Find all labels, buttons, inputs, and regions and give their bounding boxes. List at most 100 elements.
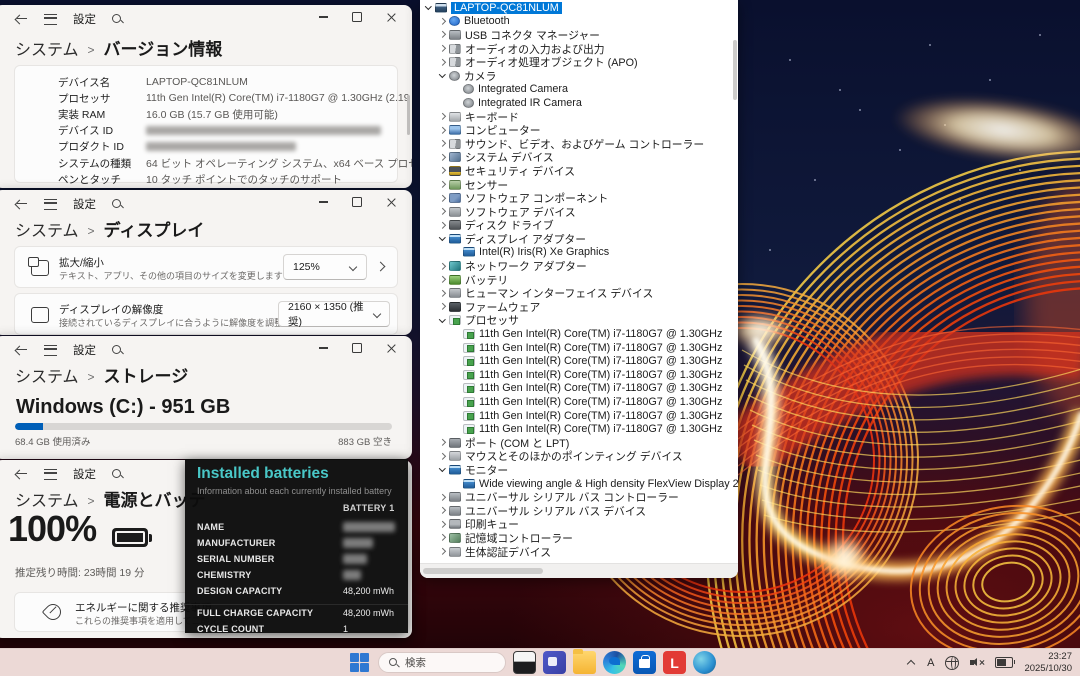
edge-browser-icon[interactable] xyxy=(603,651,626,674)
menu-icon[interactable] xyxy=(44,199,57,210)
chevron-right-icon[interactable] xyxy=(437,111,448,122)
start-button[interactable] xyxy=(348,651,371,674)
chevron-right-icon[interactable] xyxy=(437,505,448,516)
search-icon[interactable] xyxy=(112,469,123,480)
close-button[interactable] xyxy=(374,190,408,214)
taskbar-search[interactable]: 検索 xyxy=(378,652,506,673)
back-icon[interactable] xyxy=(16,13,28,25)
device-tree-item[interactable]: 11th Gen Intel(R) Core(TM) i7-1180G7 @ 1… xyxy=(420,422,738,436)
chevron-right-icon[interactable] xyxy=(437,301,448,312)
chevron-right-icon[interactable] xyxy=(437,437,448,448)
chevron-right-icon[interactable] xyxy=(437,532,448,543)
chevron-right-icon[interactable] xyxy=(437,138,448,149)
close-button[interactable] xyxy=(374,336,408,360)
chevron-right-icon[interactable] xyxy=(437,546,448,557)
camera-icon xyxy=(463,98,474,108)
chevron-right-icon[interactable] xyxy=(437,519,448,530)
device-tree-item[interactable]: 11th Gen Intel(R) Core(TM) i7-1180G7 @ 1… xyxy=(420,409,738,423)
chevron-spacer xyxy=(451,478,462,489)
back-icon[interactable] xyxy=(16,468,28,480)
teams-icon[interactable] xyxy=(543,651,566,674)
printer-icon xyxy=(449,519,461,529)
tray-battery-icon[interactable] xyxy=(995,657,1013,668)
minimize-button[interactable] xyxy=(306,336,340,360)
l-app-icon[interactable]: L xyxy=(663,651,686,674)
storage-usage-bar xyxy=(15,423,392,430)
breadcrumb: システム > ストレージ xyxy=(15,362,188,387)
chevron-right-icon[interactable] xyxy=(437,288,448,299)
chevron-right-icon[interactable] xyxy=(437,451,448,462)
volume-muted-icon[interactable] xyxy=(970,657,984,668)
chevron-right-icon[interactable] xyxy=(437,274,448,285)
chevron-right-icon[interactable] xyxy=(437,43,448,54)
chevron-down-icon[interactable] xyxy=(437,233,448,244)
chevron-right-icon[interactable] xyxy=(437,261,448,272)
scrollbar[interactable] xyxy=(407,95,410,135)
monitor-icon xyxy=(463,479,475,489)
chevron-right-icon[interactable] xyxy=(437,165,448,176)
file-explorer-icon[interactable] xyxy=(573,651,596,674)
chevron-right-icon[interactable] xyxy=(437,179,448,190)
vantage-app-icon[interactable] xyxy=(693,651,716,674)
minimize-button[interactable] xyxy=(306,5,340,29)
laptop-app-icon[interactable] xyxy=(513,651,536,674)
device-tree-item[interactable]: 11th Gen Intel(R) Core(TM) i7-1180G7 @ 1… xyxy=(420,382,738,396)
chevron-right-icon[interactable] xyxy=(437,29,448,40)
resolution-dropdown[interactable]: 2160 × 1350 (推奨) xyxy=(278,301,390,327)
tray-overflow-icon[interactable] xyxy=(907,658,916,667)
chevron-right-icon[interactable] xyxy=(437,492,448,503)
device-tree-item[interactable]: 11th Gen Intel(R) Core(TM) i7-1180G7 @ 1… xyxy=(420,368,738,382)
menu-icon[interactable] xyxy=(44,469,57,480)
maximize-button[interactable] xyxy=(340,5,374,29)
network-icon[interactable] xyxy=(945,656,959,670)
tray-time: 23:27 xyxy=(1024,651,1072,663)
device-tree-item[interactable]: ディスプレイ アダプター xyxy=(420,232,738,246)
device-tree-item[interactable]: 11th Gen Intel(R) Core(TM) i7-1180G7 @ 1… xyxy=(420,395,738,409)
device-tree-item[interactable]: Integrated Camera xyxy=(420,83,738,97)
clock[interactable]: 23:27 2025/10/30 xyxy=(1024,651,1072,675)
chevron-down-icon[interactable] xyxy=(423,2,434,13)
vertical-scrollbar[interactable] xyxy=(733,40,737,100)
menu-icon[interactable] xyxy=(44,345,57,356)
chevron-right-icon[interactable] xyxy=(437,193,448,204)
scale-setting-row[interactable]: 拡大/縮小 テキスト、アプリ、その他の項目のサイズを変更します 125% xyxy=(14,246,398,288)
minimize-button[interactable] xyxy=(306,190,340,214)
device-tree-item[interactable]: モニター xyxy=(420,463,738,477)
computer2-icon xyxy=(449,125,461,135)
search-icon[interactable] xyxy=(112,345,123,356)
chevron-right-icon[interactable] xyxy=(437,16,448,27)
search-icon[interactable] xyxy=(112,199,123,210)
chevron-right-icon[interactable] xyxy=(437,152,448,163)
chevron-right-icon[interactable] xyxy=(437,57,448,68)
scale-dropdown[interactable]: 125% xyxy=(283,254,367,280)
device-tree-item[interactable]: 11th Gen Intel(R) Core(TM) i7-1180G7 @ 1… xyxy=(420,341,738,355)
microsoft-store-icon[interactable] xyxy=(633,651,656,674)
chevron-right-icon[interactable] xyxy=(437,206,448,217)
device-label: 11th Gen Intel(R) Core(TM) i7-1180G7 @ 1… xyxy=(479,328,722,340)
chevron-right-icon[interactable] xyxy=(437,125,448,136)
search-icon[interactable] xyxy=(112,14,123,25)
chevron-right-icon[interactable] xyxy=(437,220,448,231)
device-tree-item[interactable]: 11th Gen Intel(R) Core(TM) i7-1180G7 @ 1… xyxy=(420,327,738,341)
resolution-setting-row[interactable]: ディスプレイの解像度 接続されているディスプレイに合うように解像度を調整する 2… xyxy=(14,293,398,335)
device-tree-item[interactable]: 生体認証デバイス xyxy=(420,545,738,559)
menu-icon[interactable] xyxy=(44,14,57,25)
close-button[interactable] xyxy=(374,5,408,29)
device-tree-item[interactable]: LAPTOP-QC81NLUM xyxy=(420,1,738,15)
chevron-down-icon[interactable] xyxy=(437,70,448,81)
maximize-button[interactable] xyxy=(340,336,374,360)
ime-indicator[interactable]: A xyxy=(927,657,934,669)
battery-table-row: DESIGN CAPACITY48,200 mWh xyxy=(185,583,408,599)
device-tree-item[interactable]: カメラ xyxy=(420,69,738,83)
horizontal-scrollbar[interactable] xyxy=(420,563,738,578)
chevron-down-icon[interactable] xyxy=(437,464,448,475)
device-label: 11th Gen Intel(R) Core(TM) i7-1180G7 @ 1… xyxy=(479,423,722,435)
device-tree-item[interactable]: 11th Gen Intel(R) Core(TM) i7-1180G7 @ 1… xyxy=(420,354,738,368)
back-icon[interactable] xyxy=(16,198,28,210)
back-icon[interactable] xyxy=(16,344,28,356)
chevron-right-icon[interactable] xyxy=(377,263,385,271)
maximize-button[interactable] xyxy=(340,190,374,214)
device-tree-item[interactable]: プロセッサ xyxy=(420,314,738,328)
battery-table-row: MANUFACTURER xyxy=(185,535,408,551)
chevron-down-icon[interactable] xyxy=(437,315,448,326)
